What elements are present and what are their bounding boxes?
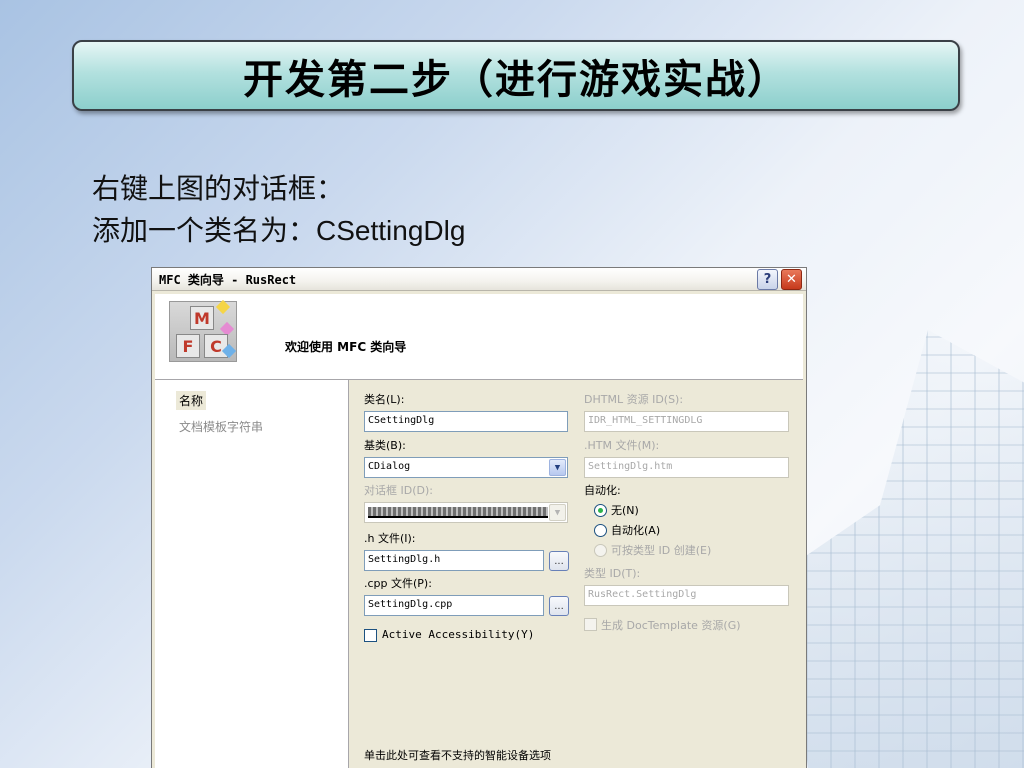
slide-line-2: 添加一个类名为：CSettingDlg — [92, 210, 465, 252]
help-icon: ? — [763, 272, 772, 287]
close-icon: ✕ — [786, 272, 797, 287]
doctemplate-checkbox — [584, 618, 597, 631]
slide-title: 开发第二步（进行游戏实战） — [243, 56, 789, 103]
chevron-down-icon: ▼ — [549, 504, 566, 521]
wizard-nav: 名称 文档模板字符串 — [155, 380, 349, 768]
type-id-field: RusRect.SettingDlg — [584, 585, 789, 606]
cpp-file-label: .cpp 文件(P): — [364, 577, 432, 590]
base-class-value: CDialog — [368, 461, 411, 472]
background-building-graphic — [784, 330, 1024, 768]
help-button[interactable]: ? — [757, 269, 778, 290]
type-id-label: 类型 ID(T): — [584, 567, 641, 580]
base-class-label: 基类(B): — [364, 439, 406, 452]
automation-label: 自动化: — [584, 484, 621, 497]
dialog-title: MFC 类向导 - RusRect — [159, 273, 297, 287]
logo-m-block: M — [190, 306, 214, 330]
h-file-browse-button[interactable]: ... — [549, 551, 569, 571]
close-button[interactable]: ✕ — [781, 269, 802, 290]
chevron-down-icon[interactable]: ▼ — [549, 459, 566, 476]
htm-file-label: .HTM 文件(M): — [584, 439, 660, 452]
nav-item-name[interactable]: 名称 — [176, 391, 207, 410]
h-file-field[interactable]: SettingDlg.h — [364, 550, 544, 571]
mfc-class-wizard-dialog: MFC 类向导 - RusRect ? ✕ M F C 欢迎使用 MFC 类向导… — [151, 267, 807, 768]
dhtml-id-label: DHTML 资源 ID(S): — [584, 393, 684, 406]
slide-body-text: 右键上图的对话框： 添加一个类名为：CSettingDlg — [92, 168, 465, 252]
active-accessibility-checkbox[interactable] — [364, 629, 377, 642]
dhtml-id-field: IDR_HTML_SETTINGDLG — [584, 411, 789, 432]
slide-line-2-classname: CSettingDlg — [316, 215, 466, 246]
logo-diamond-yellow — [215, 299, 231, 315]
logo-f-block: F — [176, 334, 200, 358]
dialog-id-obscured-value — [368, 507, 548, 518]
doctemplate-label: 生成 DocTemplate 资源(G) — [601, 619, 741, 632]
dialog-titlebar[interactable]: MFC 类向导 - RusRect ? ✕ — [152, 268, 806, 291]
dialog-id-combo: ▼ — [364, 502, 568, 523]
automation-creatable-label: 可按类型 ID 创建(E) — [611, 544, 712, 557]
automation-none-radio[interactable] — [594, 504, 607, 517]
wizard-form: 类名(L): CSettingDlg 基类(B): CDialog ▼ 对话框 … — [350, 380, 804, 768]
active-accessibility-label[interactable]: Active Accessibility(Y) — [382, 628, 534, 641]
mfc-logo-icon: M F C — [169, 299, 237, 362]
dialog-id-label: 对话框 ID(D): — [364, 484, 433, 497]
nav-item-doc-template-strings[interactable]: 文档模板字符串 — [179, 418, 263, 435]
dialog-header: M F C 欢迎使用 MFC 类向导 — [155, 294, 803, 380]
automation-none-label[interactable]: 无(N) — [611, 502, 639, 518]
base-class-combo[interactable]: CDialog ▼ — [364, 457, 568, 478]
class-name-label: 类名(L): — [364, 393, 405, 406]
class-name-field[interactable]: CSettingDlg — [364, 411, 568, 432]
automation-automation-radio[interactable] — [594, 524, 607, 537]
slide-title-box: 开发第二步（进行游戏实战） — [72, 40, 960, 111]
htm-file-field: SettingDlg.htm — [584, 457, 789, 478]
cpp-file-field[interactable]: SettingDlg.cpp — [364, 595, 544, 616]
automation-creatable-radio — [594, 544, 607, 557]
slide-line-1: 右键上图的对话框： — [92, 172, 345, 205]
automation-automation-label[interactable]: 自动化(A) — [611, 522, 660, 538]
slide-line-2-prefix: 添加一个类名为： — [92, 214, 317, 247]
smart-device-options-link[interactable]: 单击此处可查看不支持的智能设备选项 — [364, 747, 551, 763]
cpp-file-browse-button[interactable]: ... — [549, 596, 569, 616]
dialog-welcome-text: 欢迎使用 MFC 类向导 — [285, 340, 407, 354]
h-file-label: .h 文件(I): — [364, 532, 416, 545]
